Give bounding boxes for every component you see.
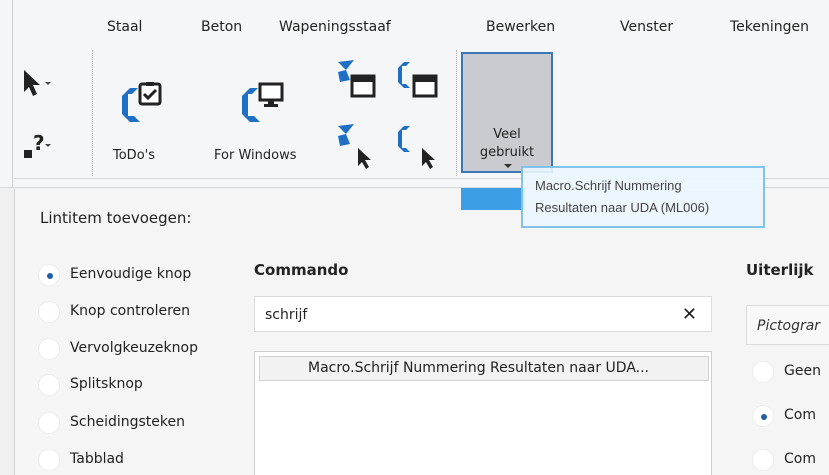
todos-window-icon — [398, 62, 438, 98]
tooltip-line1: Macro.Schrijf Nummering — [535, 178, 682, 193]
ribbon-separator — [456, 50, 457, 176]
radio-label: Splitsknop — [70, 376, 143, 392]
pictogram-label: Pictograr — [757, 318, 821, 334]
tab-beton[interactable]: Beton — [201, 19, 242, 35]
todos-button[interactable] — [116, 82, 164, 128]
svg-text:?: ? — [33, 131, 45, 155]
radio-button[interactable] — [38, 301, 60, 323]
radio-button[interactable] — [752, 405, 774, 427]
todos-icon — [122, 82, 162, 122]
veel-label-line1: Veel — [493, 127, 521, 142]
forwindows-icon — [242, 82, 284, 122]
radio-button[interactable] — [38, 449, 60, 471]
command-results-list: Macro.Schrijf Nummering Resultaten naar … — [254, 351, 712, 475]
question-icon: ? — [24, 131, 51, 158]
radio-label: Knop controleren — [70, 303, 191, 319]
macro-pointer-button[interactable] — [336, 122, 378, 170]
macro-pointer-icon — [338, 124, 371, 169]
veel-gebruikt-button[interactable]: Veel gebruikt — [461, 52, 553, 173]
radio-label: Com — [784, 407, 816, 423]
radio-label: Com — [784, 451, 816, 467]
forwindows-label: For Windows — [214, 148, 297, 163]
tooltip-line2: Resultaten naar UDA (ML006) — [535, 200, 710, 215]
drag-tooltip: Macro.Schrijf Nummering Resultaten naar … — [521, 166, 765, 228]
todos-window-button[interactable] — [392, 58, 440, 102]
chevron-down-icon — [504, 164, 512, 168]
drop-target-indicator — [461, 188, 525, 210]
clear-icon[interactable]: ✕ — [682, 304, 697, 325]
radio-button[interactable] — [38, 264, 60, 286]
tab-wapeningsstaaf[interactable]: Wapeningsstaaf — [279, 19, 391, 35]
todos-pointer-icon — [398, 126, 435, 169]
veel-label-line2: gebruikt — [479, 145, 535, 160]
tab-staal[interactable]: Staal — [107, 19, 142, 35]
list-item-label: Macro.Schrijf Nummering Resultaten naar … — [308, 360, 649, 376]
todos-label: ToDo's — [113, 148, 155, 163]
pictogram-dropdown[interactable]: Pictograr — [746, 305, 829, 345]
lintitem-title: Lintitem toevoegen: — [40, 209, 192, 227]
radio-button[interactable] — [752, 449, 774, 471]
command-search-input[interactable] — [265, 305, 665, 325]
radio-button[interactable] — [38, 338, 60, 360]
tab-bewerken[interactable]: Bewerken — [486, 19, 555, 35]
ribbon-tabbar: Staal Beton Wapeningsstaaf Bewerken Vens… — [0, 0, 829, 44]
macro-window-button[interactable] — [336, 58, 378, 102]
forwindows-button[interactable] — [236, 82, 284, 128]
list-item[interactable]: Macro.Schrijf Nummering Resultaten naar … — [259, 356, 709, 381]
macro-window-icon — [338, 60, 376, 98]
radio-button[interactable] — [38, 374, 60, 396]
radio-label: Scheidingsteken — [70, 414, 185, 430]
radio-label: Eenvoudige knop — [70, 266, 192, 282]
pointer-icon — [24, 70, 51, 96]
tab-venster[interactable]: Venster — [620, 19, 673, 35]
radio-button[interactable] — [752, 361, 774, 383]
radio-button[interactable] — [38, 412, 60, 434]
radio-label: Tabblad — [70, 451, 124, 467]
radio-label: Geen — [784, 363, 821, 379]
help-pointer-dropdown[interactable]: ? — [20, 130, 54, 164]
uiterlijk-title: Uiterlijk — [746, 261, 814, 279]
ribbon-separator — [92, 50, 93, 176]
ribbon: Staal Beton Wapeningsstaaf Bewerken Vens… — [0, 0, 829, 188]
command-search-box[interactable]: ✕ — [254, 296, 712, 332]
commando-title: Commando — [254, 261, 349, 279]
select-pointer-dropdown[interactable] — [20, 68, 54, 102]
radio-label: Vervolgkeuzeknop — [70, 340, 198, 356]
todos-pointer-button[interactable] — [392, 122, 440, 170]
tab-tekeningen[interactable]: Tekeningen — [730, 19, 809, 35]
